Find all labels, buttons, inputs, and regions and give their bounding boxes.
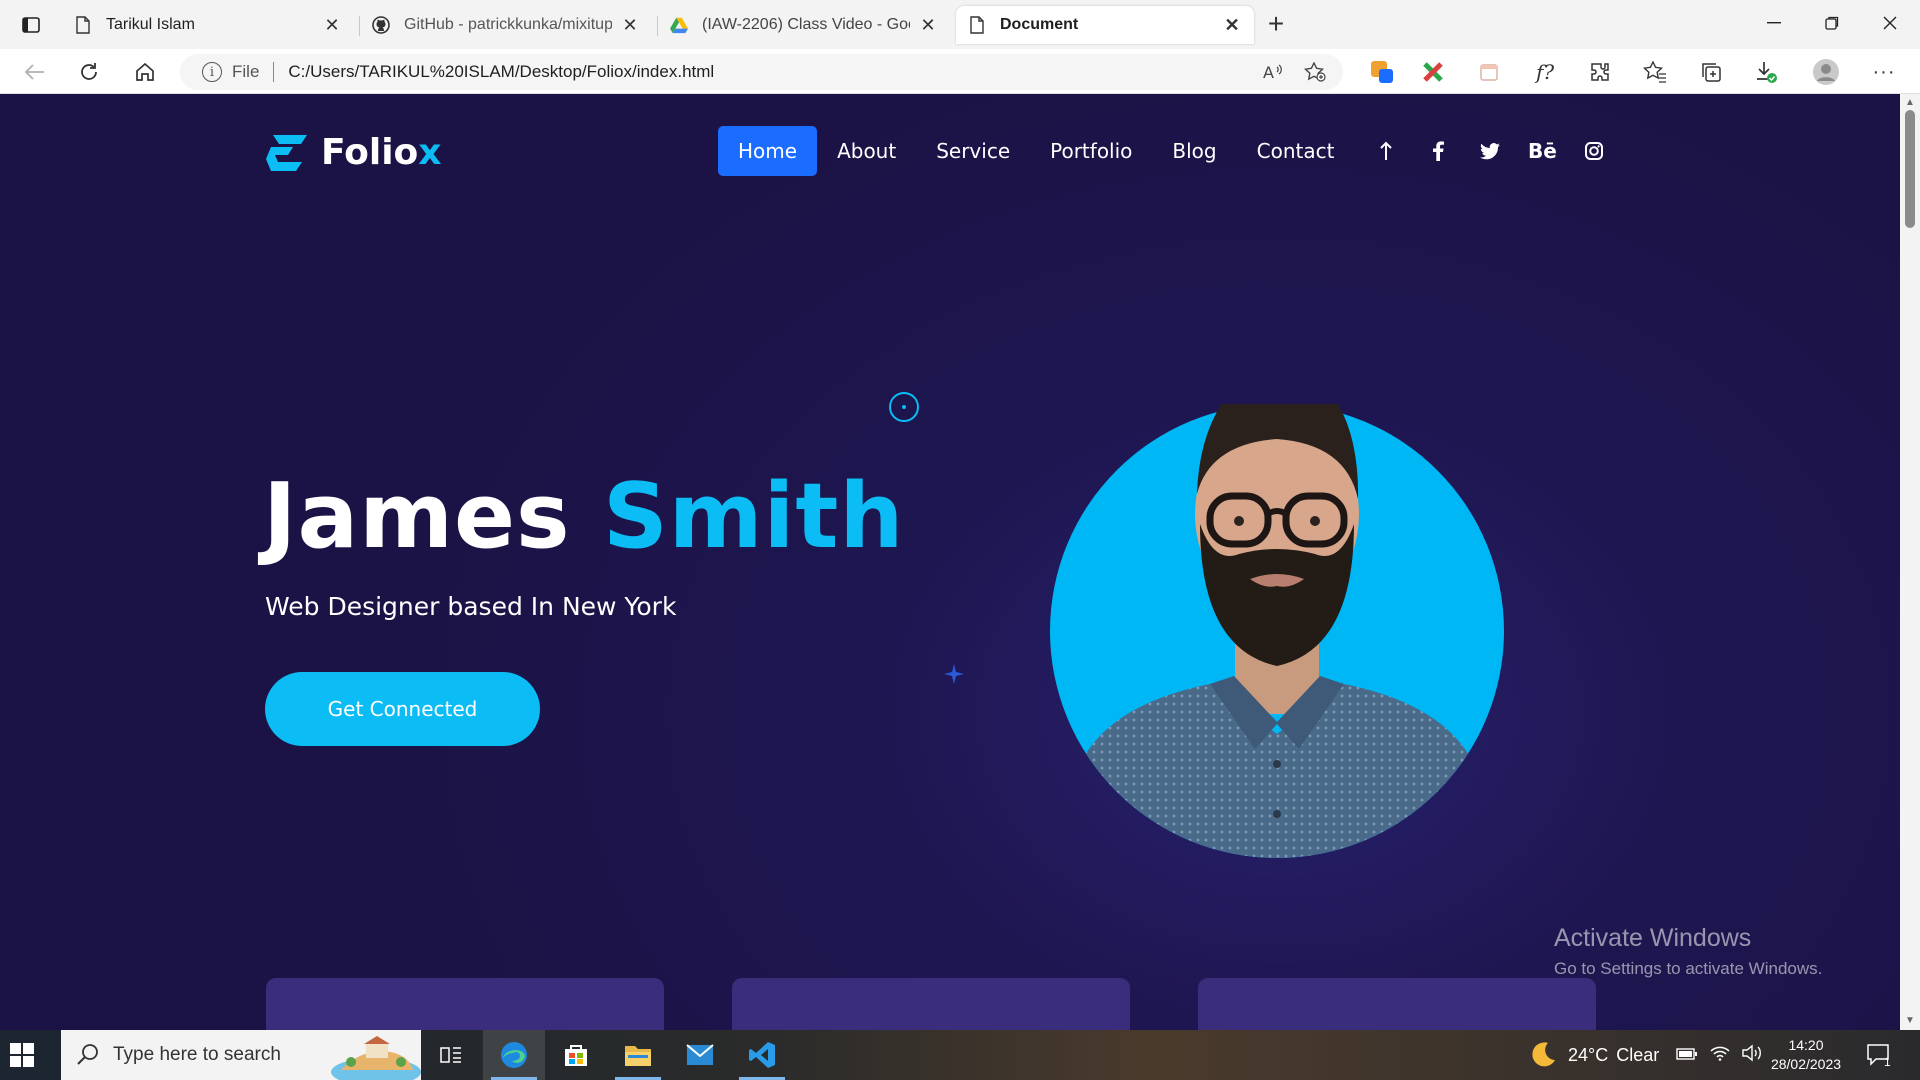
activate-windows-watermark: Activate Windows Go to Settings to activ…: [1554, 924, 1823, 978]
collections-icon[interactable]: [1696, 57, 1726, 87]
tab-title: (IAW-2206) Class Video - Google: [702, 16, 910, 33]
close-window-button[interactable]: [1870, 10, 1910, 36]
windows-start-icon[interactable]: [10, 1043, 34, 1067]
battery-icon[interactable]: [1676, 1045, 1698, 1066]
refresh-button[interactable]: [74, 57, 104, 87]
address-bar[interactable]: i File C:/Users/TARIKUL%20ISLAM/Desktop/…: [180, 54, 1343, 90]
tab-actions-icon[interactable]: [14, 12, 48, 38]
nav-about[interactable]: About: [817, 126, 916, 176]
tab-title: GitHub - patrickkunka/mixitup: A: [404, 16, 612, 33]
browser-tab-bar: Tarikul Islam ✕ GitHub - patrickkunka/mi…: [0, 0, 1920, 49]
browser-toolbar: i File C:/Users/TARIKUL%20ISLAM/Desktop/…: [0, 49, 1920, 94]
nav-service[interactable]: Service: [916, 126, 1030, 176]
nav-contact[interactable]: Contact: [1237, 126, 1355, 176]
weather-temp: 24°C: [1568, 1044, 1609, 1065]
decorative-sparkle-icon: [944, 664, 964, 684]
weather-widget[interactable]: 24°C Clear: [1528, 1030, 1659, 1080]
downloads-icon[interactable]: [1751, 57, 1781, 87]
info-icon[interactable]: i: [202, 62, 222, 82]
service-card: [732, 978, 1130, 1030]
github-icon: [372, 16, 390, 34]
read-aloud-icon[interactable]: A: [1259, 58, 1287, 86]
scroll-down-icon[interactable]: ▼: [1905, 1016, 1915, 1026]
close-icon[interactable]: ✕: [620, 15, 640, 35]
tab-google-drive[interactable]: (IAW-2206) Class Video - Google ✕: [658, 6, 950, 44]
extension-translate-icon[interactable]: [1367, 57, 1397, 87]
taskbar-search[interactable]: Type here to search: [61, 1030, 421, 1080]
minimize-button[interactable]: [1754, 10, 1794, 36]
edge-app-icon[interactable]: [483, 1030, 545, 1080]
get-connected-button[interactable]: Get Connected: [265, 672, 540, 746]
notification-count: 1: [1884, 1055, 1891, 1069]
microsoft-store-icon[interactable]: [545, 1030, 607, 1080]
extension-puzzle-x-icon[interactable]: [1418, 57, 1448, 87]
task-view-icon[interactable]: [420, 1030, 482, 1080]
back-button[interactable]: [20, 57, 50, 87]
nav-home[interactable]: Home: [718, 126, 818, 176]
weather-condition: Clear: [1616, 1044, 1660, 1065]
main-nav: Home About Service Portfolio Blog Contac…: [718, 126, 1614, 176]
profile-avatar-icon[interactable]: [1811, 57, 1841, 87]
hero-name: James Smith: [263, 464, 905, 569]
search-placeholder: Type here to search: [113, 1044, 281, 1065]
vertical-scrollbar[interactable]: ▲ ▼: [1900, 94, 1920, 1030]
nav-blog[interactable]: Blog: [1152, 126, 1236, 176]
extension-calendar-icon[interactable]: [1474, 57, 1504, 87]
svg-text:A: A: [1263, 63, 1274, 81]
scrollbar-thumb[interactable]: [1905, 110, 1915, 228]
mail-app-icon[interactable]: [669, 1030, 731, 1080]
new-tab-button[interactable]: +: [1262, 10, 1290, 40]
page-icon: [74, 16, 92, 34]
close-icon[interactable]: ✕: [918, 15, 938, 35]
taskbar-clock[interactable]: 14:20 28/02/2023: [1766, 1036, 1846, 1074]
search-icon: [77, 1044, 98, 1065]
volume-icon[interactable]: [1742, 1044, 1762, 1067]
home-button[interactable]: [130, 57, 160, 87]
close-icon[interactable]: ✕: [322, 15, 342, 35]
site-logo[interactable]: Foliox: [265, 132, 442, 173]
search-highlight-illustration-icon: [331, 1036, 421, 1080]
tab-document[interactable]: Document ✕: [956, 6, 1254, 44]
add-favorite-icon[interactable]: [1301, 58, 1329, 86]
moon-icon: [1532, 1042, 1555, 1067]
notifications-button[interactable]: 1: [1866, 1030, 1891, 1080]
tab-github[interactable]: GitHub - patrickkunka/mixitup: A ✕: [360, 6, 652, 44]
more-menu-icon[interactable]: ···: [1869, 57, 1899, 87]
service-card: [1198, 978, 1596, 1030]
favorites-icon[interactable]: [1640, 57, 1670, 87]
scroll-up-icon[interactable]: ▲: [1905, 98, 1915, 108]
page-viewport: Foliox Home About Service Portfolio Blog…: [0, 94, 1900, 1030]
vscode-app-icon[interactable]: [731, 1030, 793, 1080]
page-icon: [968, 16, 986, 34]
tab-title: Document: [1000, 16, 1079, 33]
extensions-icon[interactable]: [1585, 57, 1615, 87]
wifi-icon[interactable]: [1710, 1045, 1730, 1066]
nav-portfolio[interactable]: Portfolio: [1030, 126, 1152, 176]
system-tray: [1676, 1030, 1762, 1080]
taskbar: Type here to search 24°C Clear 14:20 28/…: [0, 1030, 1920, 1080]
logo-text: Foliox: [321, 132, 442, 173]
portrait-image: [1050, 404, 1504, 858]
decorative-circle-icon: [889, 392, 919, 422]
protocol-label: File: [232, 62, 260, 81]
behance-icon[interactable]: Bē: [1522, 126, 1562, 176]
logo-mark-icon: [266, 134, 307, 171]
clock-date: 28/02/2023: [1770, 1056, 1842, 1072]
hero-subtitle: Web Designer based In New York: [265, 592, 677, 621]
file-explorer-icon[interactable]: [607, 1030, 669, 1080]
google-drive-icon: [670, 16, 688, 34]
service-card: [266, 978, 664, 1030]
formula-icon[interactable]: f?: [1530, 57, 1560, 87]
tab-tarikul[interactable]: Tarikul Islam ✕: [62, 6, 354, 44]
restore-button[interactable]: [1812, 10, 1852, 36]
arrow-up-icon[interactable]: [1366, 126, 1406, 176]
instagram-icon[interactable]: [1574, 126, 1614, 176]
url-text[interactable]: C:/Users/TARIKUL%20ISLAM/Desktop/Foliox/…: [288, 62, 1259, 82]
twitter-icon[interactable]: [1470, 126, 1510, 176]
facebook-icon[interactable]: [1418, 126, 1458, 176]
close-icon[interactable]: ✕: [1222, 15, 1242, 35]
clock-time: 14:20: [1788, 1037, 1824, 1053]
tab-title: Tarikul Islam: [106, 16, 195, 33]
